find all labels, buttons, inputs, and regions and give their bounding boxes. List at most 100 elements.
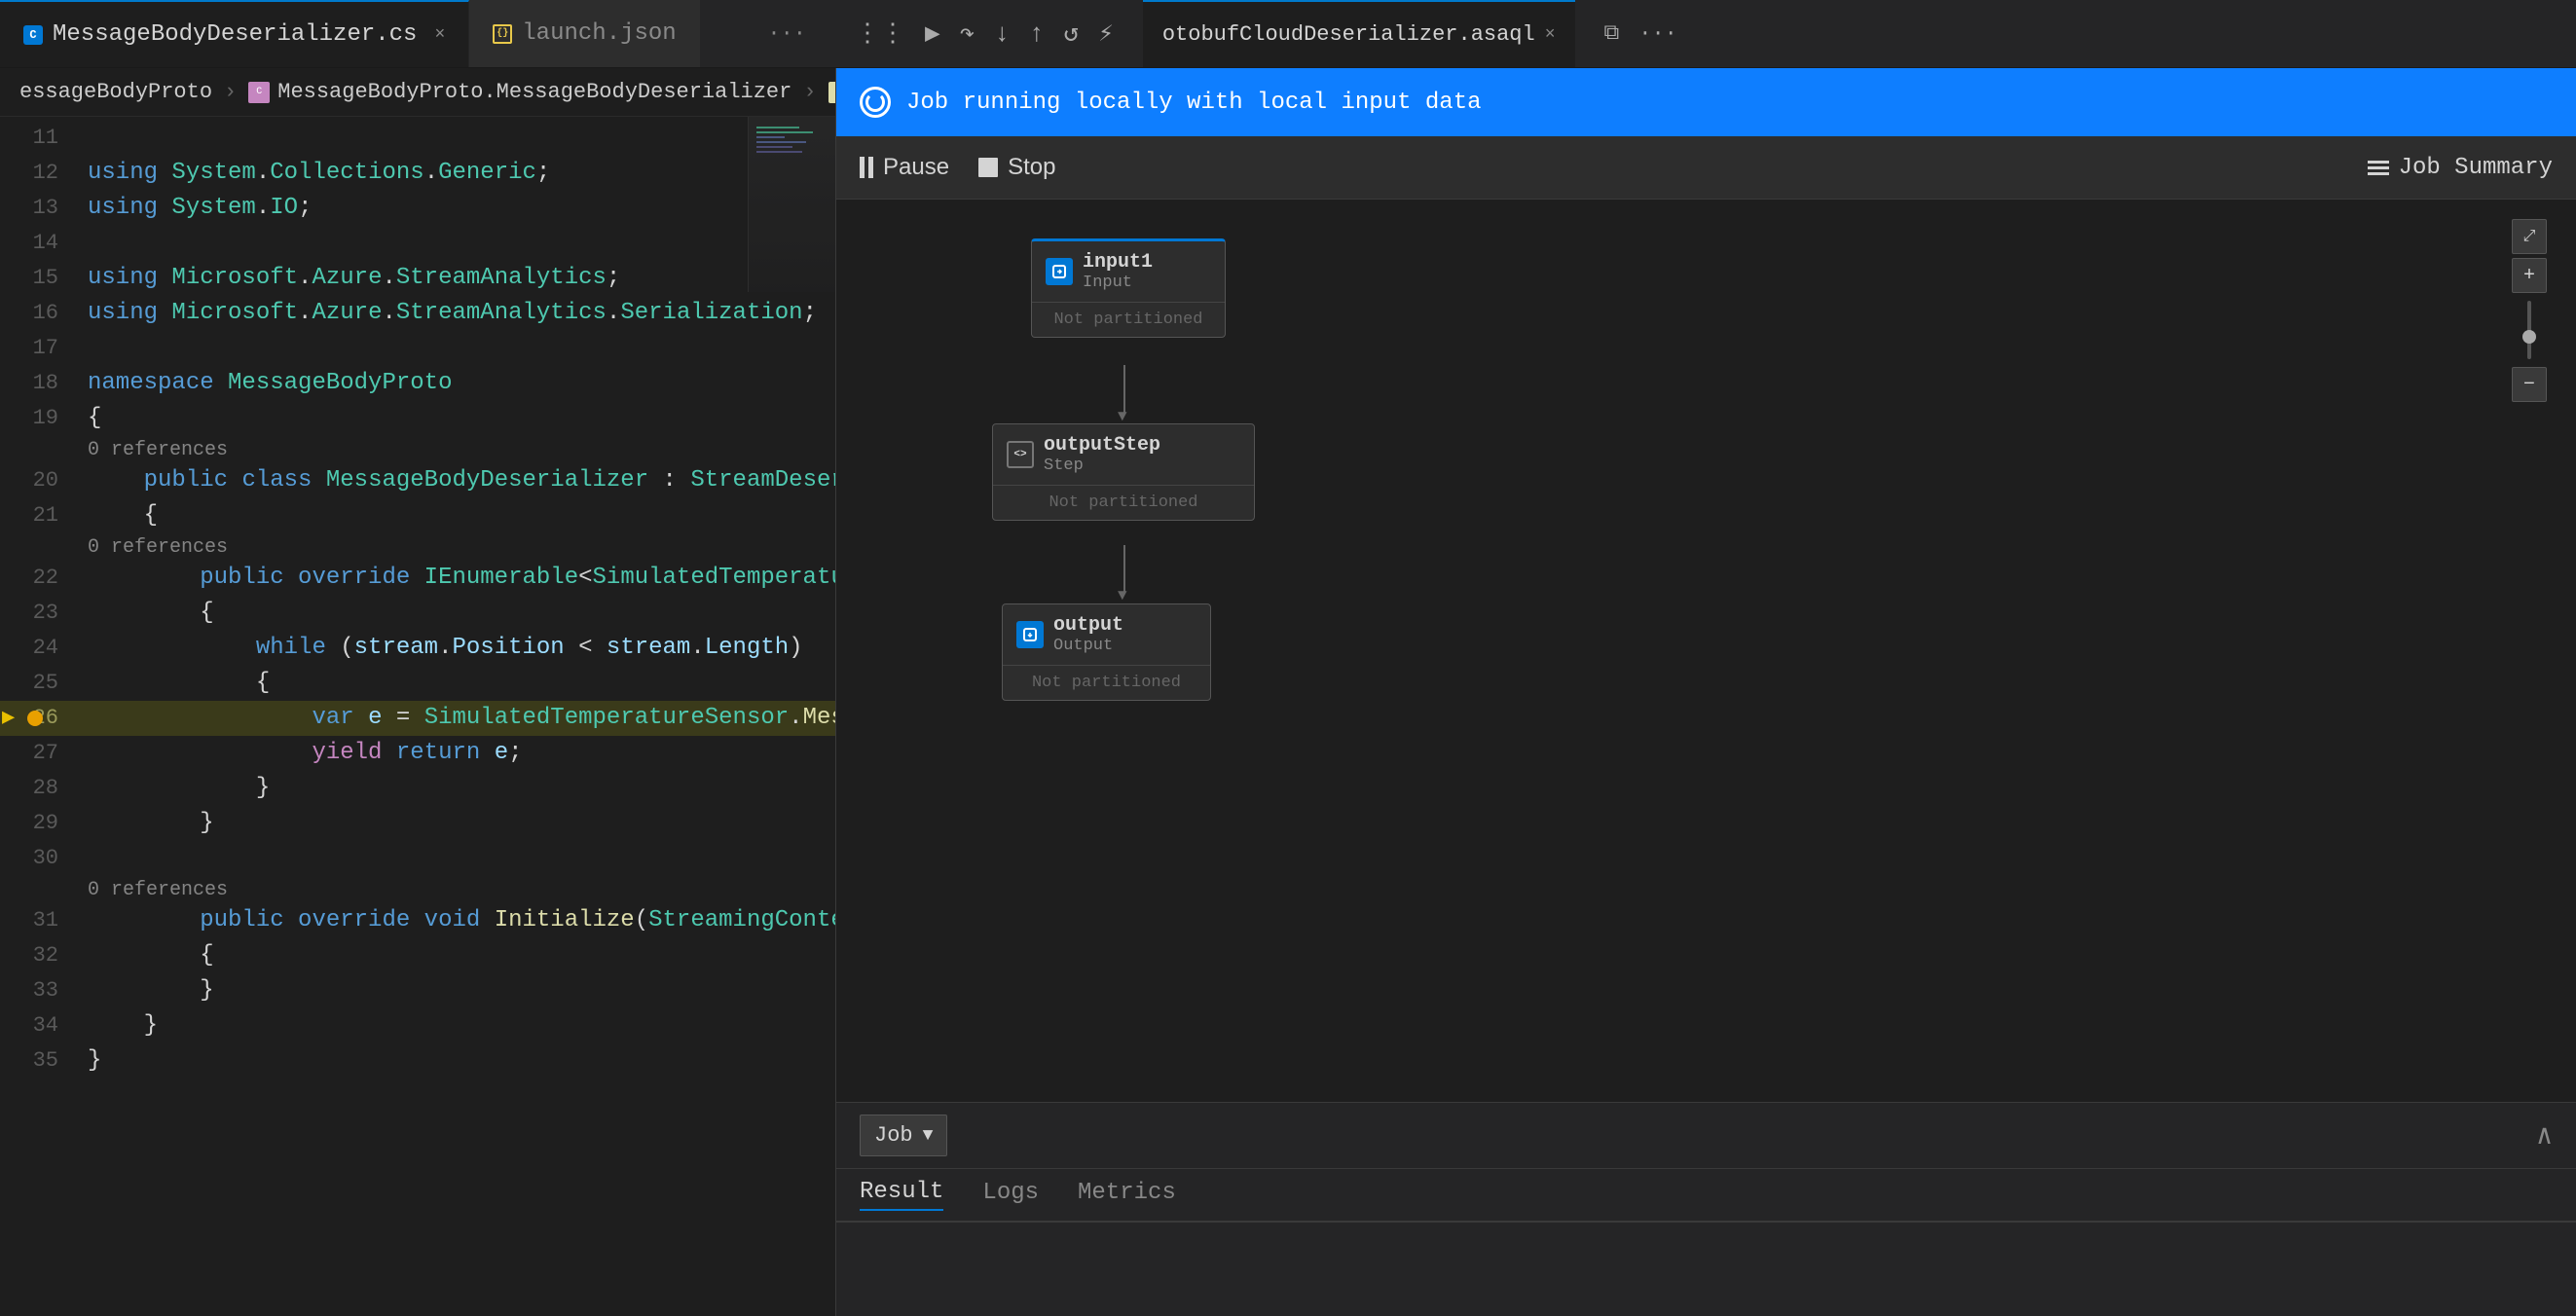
code-line-14: 14: [0, 226, 835, 261]
editor-more-icon[interactable]: ···: [1638, 21, 1677, 46]
lines-icon: [2368, 161, 2389, 175]
code-line-12: 12 using System.Collections.Generic;: [0, 156, 835, 191]
step-node-title: outputStep: [1044, 434, 1160, 457]
bottom-panel: Job ▼ ∧ Result Logs Metrics: [836, 1102, 2576, 1316]
input-node-icon: [1046, 258, 1073, 285]
connector-arrow-2: ▼: [1118, 587, 1127, 604]
job-panel: Job running locally with local input dat…: [835, 68, 2576, 1316]
breadcrumb-part1: essageBodyProto: [19, 80, 212, 104]
code-line-30: 30: [0, 841, 835, 876]
job-status-bar: Job running locally with local input dat…: [836, 68, 2576, 136]
output-node-icon: [1016, 621, 1044, 648]
tab-result[interactable]: Result: [860, 1179, 943, 1211]
code-line-11: 11: [0, 121, 835, 156]
input-node-footer: Not partitioned: [1032, 303, 1225, 337]
debug-disconnect-icon[interactable]: ⚡: [1098, 18, 1114, 49]
breadcrumb-part2: MessageBodyProto.MessageBodyDeserializer: [277, 80, 791, 104]
split-editor-icon[interactable]: ⧉: [1604, 21, 1620, 46]
code-line-32: 32 {: [0, 938, 835, 973]
code-line-15: 15 using Microsoft.Azure.StreamAnalytics…: [0, 261, 835, 296]
cs-icon: C: [23, 25, 43, 45]
job-select-chevron: ▼: [923, 1126, 934, 1146]
json-icon: {}: [493, 24, 512, 44]
breadcrumb-sep1: ›: [224, 80, 237, 104]
debug-restart-icon[interactable]: ↺: [1064, 18, 1080, 49]
job-controls-bar: Pause Stop Job Summary: [836, 136, 2576, 200]
code-line-35: 35 }: [0, 1043, 835, 1078]
step-node[interactable]: <> outputStep Step Not partitioned: [992, 423, 1255, 521]
stop-button[interactable]: Stop: [978, 154, 1055, 181]
zoom-fit-button[interactable]: ⤢: [2512, 219, 2547, 254]
zoom-in-button[interactable]: +: [2512, 258, 2547, 293]
tab-cs-close[interactable]: ×: [434, 25, 445, 45]
pause-label: Pause: [883, 154, 949, 181]
tab-metrics[interactable]: Metrics: [1078, 1180, 1176, 1210]
code-line-26: ▶ 26 var e = SimulatedTemperatureSensor.…: [0, 701, 835, 736]
tab-json-label: launch.json: [522, 20, 676, 47]
code-line-19: 19 {: [0, 401, 835, 436]
debug-step-out-icon[interactable]: ↑: [1029, 19, 1045, 49]
output-node[interactable]: output Output Not partitioned: [1002, 603, 1211, 701]
collapse-panel-button[interactable]: ∧: [2536, 1118, 2553, 1152]
stop-label: Stop: [1008, 154, 1055, 181]
breadcrumb: essageBodyProto › C MessageBodyProto.Mes…: [0, 68, 835, 117]
job-select-label: Job: [874, 1123, 913, 1148]
code-line-16: 16 using Microsoft.Azure.StreamAnalytics…: [0, 296, 835, 331]
code-line-20: 20 public class MessageBodyDeserializer …: [0, 463, 835, 498]
tab-json[interactable]: {} launch.json: [469, 0, 700, 67]
tab-cs[interactable]: C MessageBodyDeserializer.cs ×: [0, 0, 469, 67]
fn-icon: ƒ: [828, 82, 835, 103]
debug-step-into-icon[interactable]: ↓: [994, 19, 1010, 49]
input-node-title: input1: [1083, 251, 1153, 274]
code-lines: 11 12 using System.Collections.Generic; …: [0, 117, 835, 1078]
code-line-33: 33 }: [0, 973, 835, 1008]
code-line-27: 27 yield return e;: [0, 736, 835, 771]
pause-icon: [860, 157, 873, 178]
stop-icon: [978, 158, 998, 177]
code-line-24: 24 while (stream.Position < stream.Lengt…: [0, 631, 835, 666]
diagram-area[interactable]: ⤢ + − input1 In: [836, 200, 2576, 1102]
zoom-controls: ⤢ + −: [2512, 219, 2547, 402]
code-editor-panel: essageBodyProto › C MessageBodyProto.Mes…: [0, 68, 835, 1316]
step-node-footer: Not partitioned: [993, 486, 1254, 520]
debug-step-over-icon[interactable]: ↷: [960, 18, 975, 49]
pause-button[interactable]: Pause: [860, 154, 949, 181]
tab-cs-label: MessageBodyDeserializer.cs: [53, 21, 417, 48]
output-node-title: output: [1053, 614, 1123, 637]
step-node-icon: <>: [1007, 441, 1034, 468]
job-summary-label: Job Summary: [2399, 155, 2553, 181]
debug-continue-icon[interactable]: ▶: [925, 18, 940, 49]
code-line-34: 34 }: [0, 1008, 835, 1043]
code-line-25: 25 {: [0, 666, 835, 701]
zoom-slider[interactable]: [2527, 301, 2531, 359]
class-icon: C: [248, 82, 270, 103]
job-status-icon: [860, 87, 891, 118]
code-line-17: 17: [0, 331, 835, 366]
step-node-subtitle: Step: [1044, 457, 1160, 475]
job-summary-button[interactable]: Job Summary: [2368, 155, 2553, 181]
job-status-text: Job running locally with local input dat…: [906, 90, 1482, 116]
output-node-footer: Not partitioned: [1003, 666, 1210, 700]
zoom-slider-thumb[interactable]: [2522, 330, 2536, 344]
code-line-29: 29 }: [0, 806, 835, 841]
zoom-out-button[interactable]: −: [2512, 367, 2547, 402]
code-line-28: 28 }: [0, 771, 835, 806]
right-tab-label: otobufCloudDeserializer.asaql: [1162, 22, 1535, 47]
output-node-subtitle: Output: [1053, 637, 1123, 655]
code-line-18: 18 namespace MessageBodyProto: [0, 366, 835, 401]
code-line-21: 21 {: [0, 498, 835, 533]
input-node-subtitle: Input: [1083, 274, 1153, 292]
breadcrumb-sep2: ›: [803, 80, 816, 104]
code-editor[interactable]: 11 12 using System.Collections.Generic; …: [0, 117, 835, 1316]
tab-logs[interactable]: Logs: [982, 1180, 1039, 1210]
debug-grid-icon[interactable]: ⋮⋮: [855, 18, 905, 49]
input-node[interactable]: input1 Input Not partitioned: [1031, 238, 1226, 338]
code-line-23: 23 {: [0, 596, 835, 631]
code-line-31: 31 public override void Initialize(Strea…: [0, 903, 835, 938]
bottom-tabs: Result Logs Metrics: [836, 1169, 2576, 1223]
job-select-dropdown[interactable]: Job ▼: [860, 1115, 947, 1156]
right-tab-close[interactable]: ×: [1545, 25, 1556, 45]
connector-1: [1123, 365, 1125, 414]
code-line-22: 22 public override IEnumerable<Simulated…: [0, 561, 835, 596]
tab-overflow-menu[interactable]: ···: [767, 21, 806, 46]
